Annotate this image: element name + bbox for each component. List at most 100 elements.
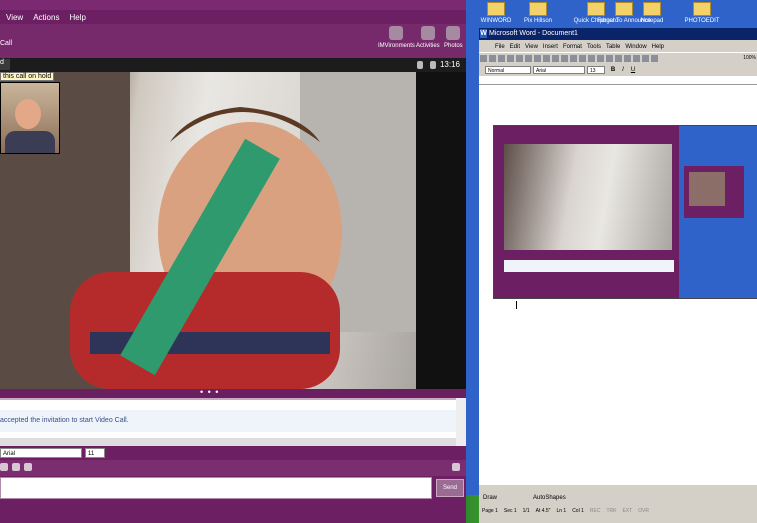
word-formatting-toolbar: Normal Arial 13 B I U xyxy=(479,64,757,76)
log-horizontal-scrollbar[interactable] xyxy=(0,438,456,446)
menu-window[interactable]: Window xyxy=(625,44,646,50)
preview-icon[interactable] xyxy=(516,55,523,62)
message-font-select[interactable]: Arial xyxy=(0,448,82,458)
menu-file[interactable]: File xyxy=(495,44,505,50)
zoom-select[interactable]: 100% xyxy=(743,55,756,61)
pasted-screenshot-image[interactable] xyxy=(493,125,757,299)
show-hide-icon[interactable] xyxy=(651,55,658,62)
save-icon[interactable] xyxy=(498,55,505,62)
message-input[interactable] xyxy=(0,477,432,499)
status-ext[interactable]: EXT xyxy=(622,508,632,514)
messenger-title-bar[interactable] xyxy=(0,0,466,10)
messenger-window[interactable]: View Actions Help IMVironments Activitie… xyxy=(0,0,466,523)
text-cursor xyxy=(516,301,517,309)
document-map-icon[interactable] xyxy=(642,55,649,62)
pasted-nested-video xyxy=(689,172,725,206)
message-size-select[interactable]: 11 xyxy=(85,448,105,458)
tables-icon[interactable] xyxy=(597,55,604,62)
desktop-icon-folder[interactable]: Pix Hillson xyxy=(512,2,564,24)
drawing-toolbar: Draw AutoShapes xyxy=(479,493,757,505)
new-icon[interactable] xyxy=(480,55,487,62)
status-line: Ln 1 xyxy=(556,508,567,514)
menu-table[interactable]: Table xyxy=(606,44,620,50)
print-icon[interactable] xyxy=(507,55,514,62)
cut-icon[interactable] xyxy=(534,55,541,62)
send-button[interactable]: Send xyxy=(436,479,464,497)
style-select[interactable]: Normal xyxy=(485,66,531,74)
conversation-log[interactable]: accepted the invitation to start Video C… xyxy=(0,398,456,440)
status-ovr[interactable]: OVR xyxy=(638,508,649,514)
self-face xyxy=(15,99,41,129)
status-trk[interactable]: TRK xyxy=(606,508,616,514)
underline-button[interactable]: U xyxy=(629,66,637,74)
font-select[interactable]: Arial xyxy=(533,66,585,74)
remote-video-feed: this call on hold xyxy=(0,72,416,389)
microphone-icon[interactable] xyxy=(417,61,423,69)
desktop-icon-label: PHOTOEDIT xyxy=(684,18,720,24)
paste-icon[interactable] xyxy=(552,55,559,62)
bold-button[interactable]: B xyxy=(609,66,617,74)
call-timer: 13:16 xyxy=(439,60,460,69)
menu-actions[interactable]: Actions xyxy=(33,13,59,22)
columns-icon[interactable] xyxy=(624,55,631,62)
word-title-bar[interactable]: W Microsoft Word - Document1 xyxy=(479,28,757,40)
menu-format[interactable]: Format xyxy=(563,44,582,50)
word-status-bar: Page 1 Sec 1 1/1 At 4.5" Ln 1 Col 1 REC … xyxy=(479,506,757,516)
photos-button[interactable]: Photos xyxy=(444,26,463,49)
font-size-select[interactable]: 13 xyxy=(587,66,605,74)
italic-button[interactable]: I xyxy=(619,66,627,74)
copy-icon[interactable] xyxy=(543,55,550,62)
folder-icon xyxy=(529,2,547,16)
contact-icon[interactable] xyxy=(452,463,460,471)
self-view-thumbnail[interactable] xyxy=(0,82,60,154)
word-title-text: Microsoft Word - Document1 xyxy=(489,30,578,37)
open-icon[interactable] xyxy=(489,55,496,62)
document-canvas[interactable] xyxy=(479,85,757,485)
desktop-icon-label: Notepad xyxy=(640,18,664,24)
activities-button[interactable]: Activities xyxy=(416,26,440,49)
pasted-chat-area xyxy=(504,260,674,272)
insert-table-icon[interactable] xyxy=(606,55,613,62)
hyperlink-icon[interactable] xyxy=(588,55,595,62)
video-area: this call on hold xyxy=(0,72,466,389)
photoedit-icon xyxy=(693,2,711,16)
background-icon[interactable] xyxy=(24,463,32,471)
excel-icon[interactable] xyxy=(615,55,622,62)
remote-video-image xyxy=(0,72,416,389)
undo-icon[interactable] xyxy=(570,55,577,62)
desktop-icon-notepad[interactable]: Notepad xyxy=(626,2,678,24)
menu-view[interactable]: View xyxy=(6,13,23,22)
desktop-icon-label: WINWORD xyxy=(480,18,512,24)
emoticon-icon[interactable] xyxy=(0,463,8,471)
pane-splitter[interactable]: • • • xyxy=(0,387,466,398)
redo-icon[interactable] xyxy=(579,55,586,62)
messenger-footer xyxy=(0,500,466,523)
system-message: accepted the invitation to start Video C… xyxy=(0,417,129,424)
menu-help[interactable]: Help xyxy=(652,44,664,50)
desktop-icon-photoedit[interactable]: PHOTOEDIT xyxy=(676,2,728,24)
drawing-icon[interactable] xyxy=(633,55,640,62)
menu-insert[interactable]: Insert xyxy=(543,44,558,50)
photos-icon xyxy=(446,26,461,40)
video-tab[interactable]: d xyxy=(0,59,10,70)
format-painter-icon[interactable] xyxy=(561,55,568,62)
word-window[interactable]: W Microsoft Word - Document1 File Edit V… xyxy=(479,28,757,523)
word-menubar: File Edit View Insert Format Tools Table… xyxy=(479,41,757,52)
draw-menu-button[interactable]: Draw xyxy=(483,495,497,501)
spelling-icon[interactable] xyxy=(525,55,532,62)
self-shirt xyxy=(5,131,55,153)
log-vertical-scrollbar[interactable] xyxy=(456,398,466,446)
autoshapes-menu-button[interactable]: AutoShapes xyxy=(533,495,566,501)
photos-label: Photos xyxy=(444,43,463,49)
settings-icon[interactable] xyxy=(430,61,436,69)
video-control-bar: d 13:16 xyxy=(0,58,466,72)
menu-edit[interactable]: Edit xyxy=(510,44,520,50)
menu-help[interactable]: Help xyxy=(69,13,85,22)
shortcut-icon xyxy=(487,2,505,16)
status-rec[interactable]: REC xyxy=(590,508,601,514)
pen-icon[interactable] xyxy=(12,463,20,471)
menu-tools[interactable]: Tools xyxy=(587,44,601,50)
menu-view[interactable]: View xyxy=(525,44,538,50)
messenger-menubar: View Actions Help xyxy=(0,10,472,24)
imvironments-button[interactable]: IMVironments xyxy=(378,26,415,49)
